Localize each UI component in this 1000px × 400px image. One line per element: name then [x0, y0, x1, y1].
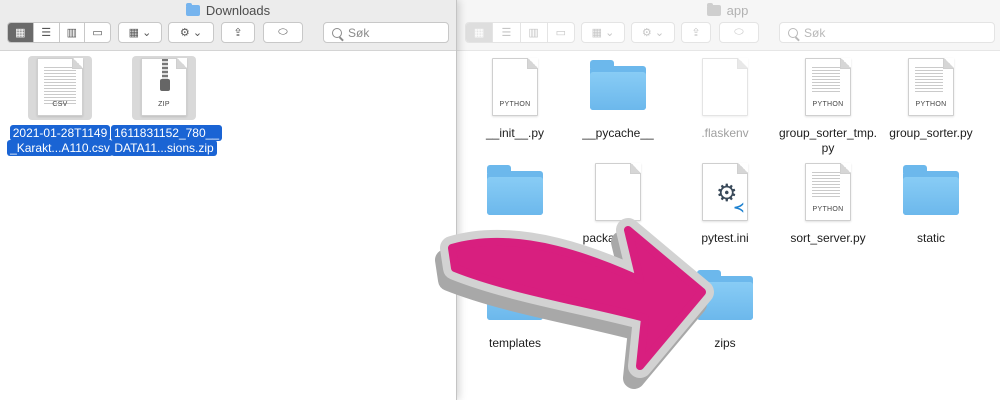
- group-by-icon: ▦ ⌄: [591, 27, 615, 39]
- view-mode-segmented-control[interactable]: ▦ ☰ ▥ ▭: [465, 22, 575, 43]
- file-item[interactable]: PYTHON group_sorter_tmp. py: [775, 56, 881, 156]
- share-button[interactable]: ⇪: [221, 22, 255, 43]
- folder-icon: [185, 3, 200, 16]
- folder-icon: [487, 165, 543, 215]
- folder-icon: [590, 60, 646, 110]
- group-by-button[interactable]: ▦ ⌄: [118, 22, 162, 43]
- share-button[interactable]: ⇪: [681, 22, 711, 43]
- folder-icon: [487, 270, 543, 320]
- gallery-view-icon[interactable]: ▭: [85, 23, 110, 42]
- config-file-icon: ⚙ ≺: [702, 163, 748, 221]
- search-icon: [788, 27, 798, 38]
- csv-file-icon: CSV: [37, 58, 83, 116]
- file-item[interactable]: PYTHON sort_server.py: [775, 161, 881, 246]
- file-item[interactable]: .flaskenv: [672, 56, 778, 141]
- action-button[interactable]: ⚙ ⌄: [631, 22, 675, 43]
- folder-icon: [706, 3, 721, 16]
- downloads-window-title: Downloads: [0, 3, 456, 18]
- selection-highlight: CSV: [28, 56, 92, 120]
- search-field[interactable]: Søk: [779, 22, 995, 43]
- file-item[interactable]: package.json: [565, 161, 671, 246]
- python-file-icon: PYTHON: [805, 163, 851, 221]
- search-placeholder: Søk: [804, 25, 826, 40]
- downloads-finder-window: Downloads ▦ ☰ ▥ ▭ ▦ ⌄ ⚙ ⌄ ⇪ ⬭ Søk CSV 20…: [0, 0, 457, 400]
- downloads-file-grid: CSV 2021-01-28T1149 _Karakt...A110.csv ZI…: [0, 51, 456, 400]
- folder-item[interactable]: zips: [672, 266, 778, 351]
- file-item[interactable]: PYTHON group_sorter.py: [878, 56, 984, 141]
- tag-icon: ⬭: [734, 26, 744, 38]
- folder-item[interactable]: __pycache__: [565, 56, 671, 141]
- column-view-icon[interactable]: ▥: [60, 23, 86, 42]
- blank-document-icon: [702, 58, 748, 116]
- group-by-icon: ▦ ⌄: [128, 27, 152, 39]
- selection-highlight: ZIP: [132, 56, 196, 120]
- python-file-icon: PYTHON: [492, 58, 538, 116]
- icon-view-icon[interactable]: ▦: [8, 23, 34, 42]
- app-file-grid: PYTHON __init__.py __pycache__ .flaskenv…: [455, 51, 1000, 400]
- search-placeholder: Søk: [348, 25, 370, 40]
- share-icon: ⇪: [691, 27, 701, 39]
- python-file-icon: PYTHON: [908, 58, 954, 116]
- blank-document-icon: [595, 163, 641, 221]
- file-item[interactable]: ⚙ ≺ pytest.ini: [672, 161, 778, 246]
- list-view-icon[interactable]: ☰: [34, 23, 60, 42]
- list-view-icon[interactable]: ☰: [493, 23, 521, 42]
- app-titlebar: app ▦ ☰ ▥ ▭ ▦ ⌄ ⚙ ⌄ ⇪ ⬭ Søk: [455, 0, 1000, 51]
- folder-item[interactable]: logs: [462, 161, 568, 246]
- column-view-icon[interactable]: ▥: [521, 23, 548, 42]
- action-button[interactable]: ⚙ ⌄: [168, 22, 214, 43]
- folder-item[interactable]: templates: [462, 266, 568, 351]
- tag-button[interactable]: ⬭: [719, 22, 759, 43]
- gallery-view-icon[interactable]: ▭: [548, 23, 574, 42]
- search-icon: [332, 27, 342, 38]
- tag-button[interactable]: ⬭: [263, 22, 303, 43]
- python-file-icon: PYTHON: [805, 58, 851, 116]
- folder-item[interactable]: static: [878, 161, 984, 246]
- group-by-button[interactable]: ▦ ⌄: [581, 22, 625, 43]
- gear-icon: ⚙ ⌄: [179, 27, 203, 39]
- zip-file-icon: ZIP: [141, 58, 187, 116]
- view-mode-segmented-control[interactable]: ▦ ☰ ▥ ▭: [7, 22, 111, 43]
- folder-icon: [903, 165, 959, 215]
- icon-view-icon[interactable]: ▦: [466, 23, 494, 42]
- folder-icon: [697, 270, 753, 320]
- downloads-titlebar: Downloads ▦ ☰ ▥ ▭ ▦ ⌄ ⚙ ⌄ ⇪ ⬭ Søk: [0, 0, 456, 51]
- file-item[interactable]: PYTHON __init__.py: [462, 56, 568, 141]
- vscode-icon: ≺: [733, 200, 745, 216]
- gear-icon: ⚙ ⌄: [641, 27, 665, 39]
- share-icon: ⇪: [233, 27, 243, 39]
- tag-icon: ⬭: [278, 26, 288, 38]
- app-finder-window: app ▦ ☰ ▥ ▭ ▦ ⌄ ⚙ ⌄ ⇪ ⬭ Søk PYTHON __ini…: [455, 0, 1000, 400]
- file-item-selected[interactable]: CSV 2021-01-28T1149 _Karakt...A110.csv: [7, 56, 113, 156]
- search-field[interactable]: Søk: [323, 22, 449, 43]
- app-window-title: app: [455, 3, 1000, 18]
- file-item-selected[interactable]: ZIP 1611831152_780__ DATA11...sions.zip: [111, 56, 222, 156]
